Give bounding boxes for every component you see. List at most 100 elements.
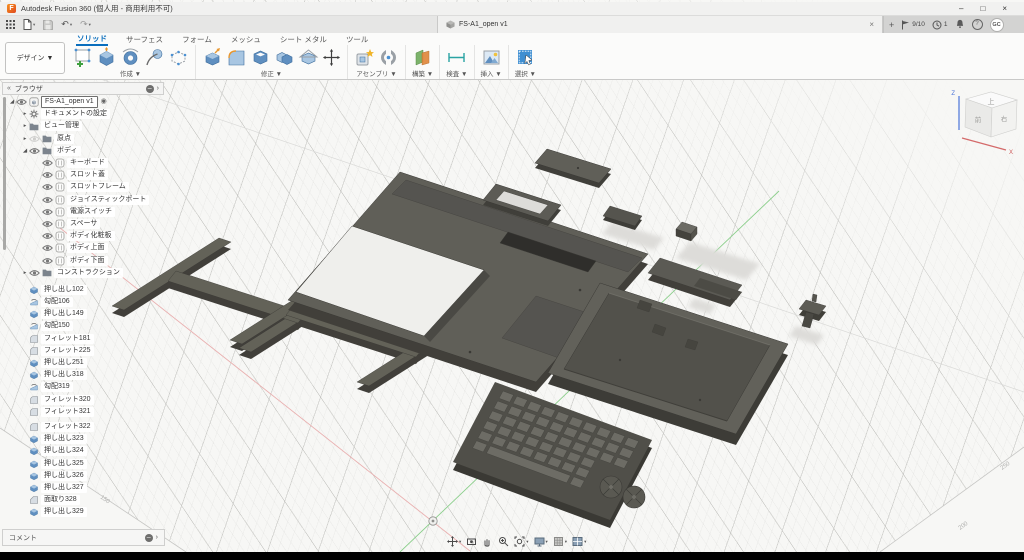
sweep-button[interactable] xyxy=(144,47,165,68)
tree-row[interactable]: スロットフレーム xyxy=(8,181,183,193)
visibility-eye-icon[interactable] xyxy=(42,208,53,216)
expander-icon[interactable]: ▸ xyxy=(21,123,29,129)
expander-icon[interactable]: ◢ xyxy=(8,99,16,105)
measure-button[interactable] xyxy=(446,47,467,68)
close-button[interactable]: × xyxy=(1002,4,1007,14)
tree-item-label[interactable]: フィレット322 xyxy=(41,422,94,432)
fit-button[interactable]: ▾ xyxy=(514,536,528,547)
visibility-eye-icon[interactable] xyxy=(42,159,53,167)
hand-pan-button[interactable] xyxy=(482,536,493,547)
group-assemble-label[interactable]: アセンブリ ▼ xyxy=(356,70,396,79)
tree-row[interactable]: 面取り328 xyxy=(8,494,183,506)
panel-expand-icon[interactable]: › xyxy=(157,85,159,92)
insert-image-button[interactable] xyxy=(481,47,502,68)
tree-item-label[interactable]: 押し出し329 xyxy=(41,507,87,517)
tree-item-label[interactable]: スロット蓋 xyxy=(67,170,108,180)
tree-row[interactable]: 押し出し102 xyxy=(8,284,183,296)
tree-row[interactable]: 押し出し324 xyxy=(8,445,183,457)
tree-row[interactable]: ▸ コンストラクション xyxy=(8,267,183,279)
fillet-button[interactable] xyxy=(226,47,247,68)
viewports-button[interactable]: ▾ xyxy=(572,536,586,547)
comment-expand-icon[interactable]: › xyxy=(156,534,158,541)
combine-button[interactable] xyxy=(274,47,295,68)
tree-row[interactable]: 押し出し251 xyxy=(8,357,183,369)
group-create-label[interactable]: 作成 ▼ xyxy=(120,70,141,79)
tree-item-label[interactable]: スペーサ xyxy=(67,219,100,229)
tree-item-label[interactable]: 押し出し324 xyxy=(41,446,87,456)
file-menu-button[interactable]: ▾ xyxy=(23,19,35,30)
tree-item-label[interactable]: 勾配150 xyxy=(41,321,73,331)
tree-row[interactable]: 勾配319 xyxy=(8,381,183,393)
group-inspect-label[interactable]: 検査 ▼ xyxy=(446,70,467,79)
tree-item-label[interactable]: 押し出し102 xyxy=(41,285,87,295)
tree-row[interactable]: スペーサ xyxy=(8,218,183,230)
visibility-eye-icon[interactable] xyxy=(29,269,40,277)
tree-row[interactable]: ◢ FS-A1_open v1 ◉ xyxy=(8,96,183,108)
help-button[interactable]: ? xyxy=(972,19,983,30)
tree-item-label[interactable]: フィレット320 xyxy=(41,395,94,405)
model-slot-cover[interactable] xyxy=(535,149,611,188)
tree-row[interactable]: フィレット322 xyxy=(8,421,183,433)
minimize-button[interactable]: – xyxy=(959,4,963,14)
visibility-eye-icon[interactable] xyxy=(29,135,40,143)
split-body-button[interactable] xyxy=(298,47,319,68)
move-button[interactable] xyxy=(322,48,341,67)
tree-item-label[interactable]: 押し出し251 xyxy=(41,358,87,368)
visibility-eye-icon[interactable] xyxy=(42,244,53,252)
workspace-selector[interactable]: デザイン ▼ xyxy=(5,42,65,74)
visibility-eye-icon[interactable] xyxy=(42,257,53,265)
visibility-eye-icon[interactable] xyxy=(42,196,53,204)
tree-item-label[interactable]: コンストラクション xyxy=(54,268,123,278)
visibility-eye-icon[interactable] xyxy=(42,183,53,191)
tree-row[interactable]: ボディ上面 xyxy=(8,242,183,254)
tab-form[interactable]: フォーム xyxy=(181,34,213,45)
tree-item-label[interactable]: 押し出し323 xyxy=(41,434,87,444)
tree-row[interactable]: ボディ下面 xyxy=(8,254,183,266)
tree-item-label[interactable]: 押し出し325 xyxy=(41,459,87,469)
group-insert-label[interactable]: 挿入 ▼ xyxy=(481,70,502,79)
tree-item-label[interactable]: ボディ下面 xyxy=(67,256,108,266)
grid-settings-button[interactable]: ▾ xyxy=(553,536,567,547)
user-avatar[interactable]: GC xyxy=(990,18,1004,32)
tree-item-label[interactable]: 押し出し149 xyxy=(41,309,87,319)
redo-button[interactable]: ↷▾ xyxy=(80,20,91,29)
document-tab[interactable]: FS-A1_open v1 × xyxy=(437,16,883,33)
pan-button[interactable]: ▾ xyxy=(447,536,461,547)
active-component-radio[interactable]: ◉ xyxy=(101,98,107,106)
tree-item-label[interactable]: 勾配106 xyxy=(41,297,73,307)
expander-icon[interactable]: ▸ xyxy=(21,270,29,276)
tree-item-label[interactable]: 面取り328 xyxy=(41,495,80,505)
tree-item-label[interactable]: フィレット321 xyxy=(41,407,94,417)
select-button[interactable] xyxy=(515,47,536,68)
joint-button[interactable] xyxy=(378,47,399,68)
tree-row[interactable]: ボディ化粧板 xyxy=(8,230,183,242)
tree-row[interactable]: フィレット181 xyxy=(8,333,183,345)
recent-activity-button[interactable]: 1 xyxy=(932,20,948,30)
new-tab-button[interactable]: + xyxy=(889,20,894,30)
tree-item-label[interactable]: 電源スイッチ xyxy=(67,207,115,217)
tree-row[interactable]: ジョイスティックポート xyxy=(8,194,183,206)
panel-minus-icon[interactable]: – xyxy=(146,85,154,93)
tab-mesh[interactable]: メッシュ xyxy=(230,34,262,45)
tree-item-label[interactable]: ボディ化粧板 xyxy=(67,231,115,241)
tree-row[interactable]: ▸ 原点 xyxy=(8,133,183,145)
tree-row[interactable]: ▸ ビュー管理 xyxy=(8,120,183,132)
tree-row[interactable]: 押し出し318 xyxy=(8,369,183,381)
tree-item-label[interactable]: ボディ上面 xyxy=(67,243,108,253)
new-component-button[interactable] xyxy=(354,47,375,68)
shell-button[interactable] xyxy=(250,47,271,68)
tree-item-label[interactable]: ドキュメントの設定 xyxy=(41,109,110,119)
tab-tools[interactable]: ツール xyxy=(345,34,370,45)
tree-item-label[interactable]: キーボード xyxy=(67,158,108,168)
visibility-eye-icon[interactable] xyxy=(16,98,27,106)
press-pull-button[interactable] xyxy=(202,47,223,68)
expander-icon[interactable]: ▸ xyxy=(21,111,29,117)
tree-row[interactable]: 押し出し325 xyxy=(8,457,183,469)
visibility-eye-icon[interactable] xyxy=(42,220,53,228)
expander-icon[interactable]: ◢ xyxy=(21,148,29,154)
tree-item-label[interactable]: 押し出し326 xyxy=(41,471,87,481)
notifications-button[interactable] xyxy=(955,16,965,34)
save-button[interactable] xyxy=(43,20,53,30)
tree-item-label[interactable]: フィレット225 xyxy=(41,346,94,356)
comment-bar[interactable]: コメント – › xyxy=(2,529,165,546)
